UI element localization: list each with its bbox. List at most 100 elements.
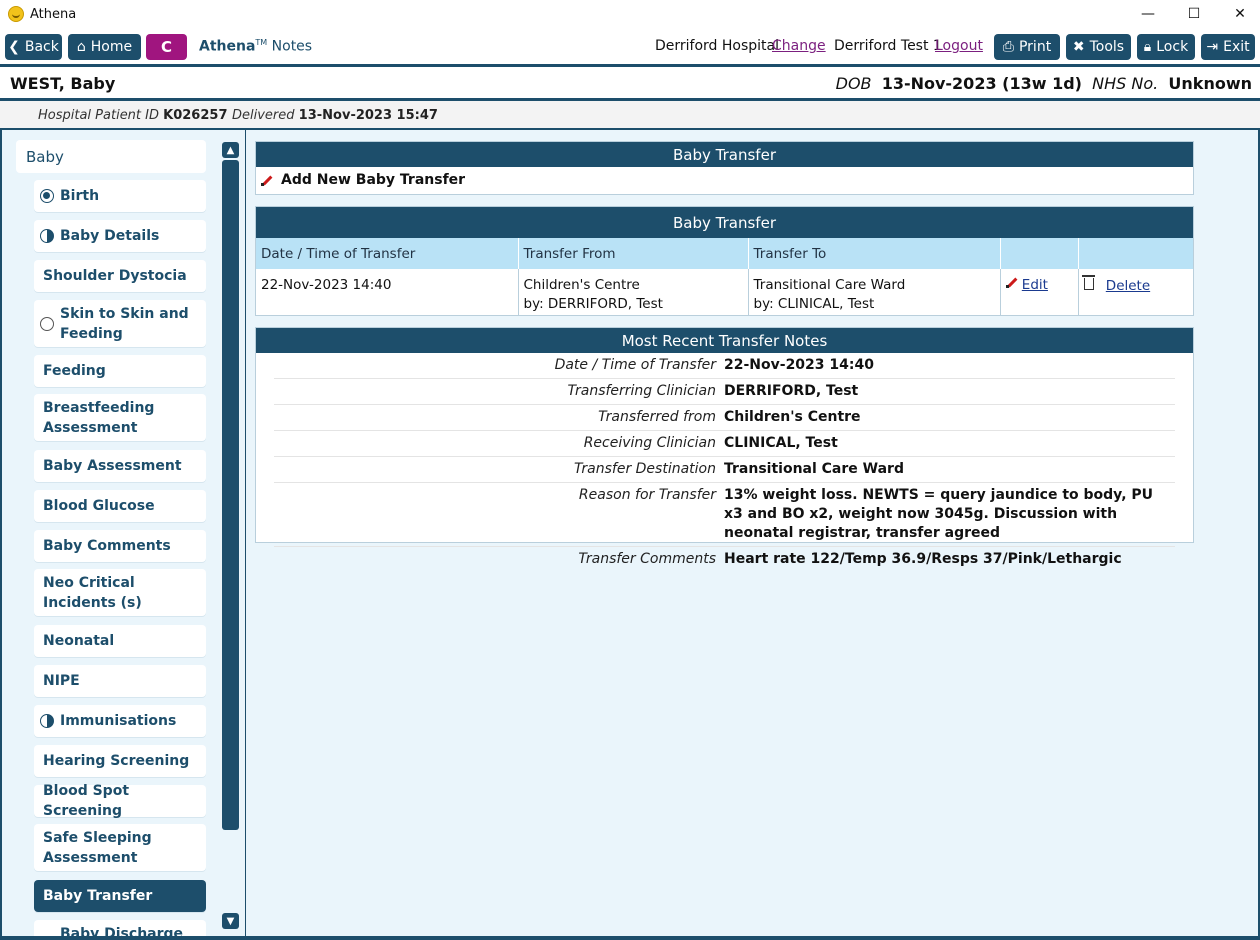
delivered-label: Delivered: [232, 108, 295, 123]
chevron-left-icon: ❮: [8, 39, 20, 55]
from-location: Children's Centre: [523, 277, 640, 293]
print-button[interactable]: ⎙ Print: [994, 34, 1060, 60]
sidebar-item-label: Baby Discharge: [60, 926, 184, 936]
sidebar-item-label: Feeding: [43, 363, 106, 379]
sidebar-item-baby-discharge[interactable]: Baby Discharge: [34, 920, 206, 936]
notes-row: Transfer Destination Transitional Care W…: [274, 457, 1175, 483]
scrollbar-thumb[interactable]: [222, 160, 239, 830]
printer-icon: ⎙: [1002, 39, 1014, 55]
sidebar-item-nipe[interactable]: NIPE: [34, 665, 206, 697]
sidebar-item-label: Skin to Skin and Feeding: [60, 305, 189, 342]
transfer-table-panel: Baby Transfer Date / Time of Transfer Tr…: [255, 206, 1194, 316]
notes-row: Date / Time of Transfer 22-Nov-2023 14:4…: [274, 353, 1175, 379]
home-icon: ⌂: [76, 39, 86, 55]
partial-status-icon: [40, 229, 54, 243]
delete-link[interactable]: Delete: [1106, 278, 1150, 294]
sidebar-item-blood-glucose[interactable]: Blood Glucose: [34, 490, 206, 522]
notes-row: Transferred from Children's Centre: [274, 405, 1175, 431]
tools-button[interactable]: ✖ Tools: [1066, 34, 1131, 60]
nhs-value: Unknown: [1168, 74, 1252, 93]
sidebar-item-label: Baby Assessment: [43, 458, 182, 474]
exit-label: Exit: [1223, 39, 1250, 55]
add-transfer-panel: Baby Transfer Add New Baby Transfer: [255, 141, 1194, 195]
sidebar-item-immunisations[interactable]: Immunisations: [34, 705, 206, 737]
header-edit: [1000, 238, 1079, 269]
app-section: Notes: [271, 38, 313, 55]
notes-value: DERRIFORD, Test: [724, 383, 859, 399]
hospital-id-label: Hospital Patient ID: [38, 108, 159, 123]
sidebar-item-skin-to-skin[interactable]: Skin to Skin and Feeding: [34, 300, 206, 347]
header-delete: [1078, 238, 1193, 269]
back-button[interactable]: ❮ Back: [5, 34, 62, 60]
minimize-button[interactable]: —: [1125, 0, 1171, 28]
sidebar-item-birth[interactable]: Birth: [34, 180, 206, 212]
header-datetime: Date / Time of Transfer: [256, 238, 519, 269]
notes-row: Reason for Transfer 13% weight loss. NEW…: [274, 483, 1175, 547]
sidebar-item-shoulder-dystocia[interactable]: Shoulder Dystocia: [34, 260, 206, 292]
header-to: Transfer To: [748, 238, 1001, 269]
change-hospital-link[interactable]: Change: [772, 38, 826, 54]
sidebar-item-label: Baby Transfer: [43, 888, 153, 904]
maximize-button[interactable]: ☐: [1171, 0, 1217, 28]
lock-button[interactable]: 🔒︎ Lock: [1137, 34, 1195, 60]
sidebar-item-neonatal[interactable]: Neonatal: [34, 625, 206, 657]
back-label: Back: [24, 39, 59, 55]
sidebar-divider: [245, 130, 246, 936]
home-label: Home: [90, 39, 133, 55]
sidebar-item-neo-critical-incidents[interactable]: Neo Critical Incidents (s): [34, 569, 206, 616]
notes-list: Date / Time of Transfer 22-Nov-2023 14:4…: [256, 353, 1193, 572]
sidebar-item-label: Breastfeeding Assessment: [43, 399, 155, 436]
notes-value: Children's Centre: [724, 409, 861, 425]
user-name: Derriford Test 1: [834, 38, 942, 54]
sidebar-item-baby-transfer[interactable]: Baby Transfer: [34, 880, 206, 912]
scroll-up-icon[interactable]: ▲: [222, 142, 239, 158]
dob-value: 13-Nov-2023 (13w 1d): [881, 74, 1082, 93]
content-background: Baby Birth Baby Details Shoulder Dystoci…: [2, 130, 1258, 936]
sidebar-item-label: Blood Glucose: [43, 498, 155, 514]
sidebar-group-baby[interactable]: Baby: [16, 140, 206, 173]
empty-status-icon: [40, 316, 54, 331]
trash-icon: [1081, 275, 1095, 290]
athena-logo-icon: [8, 6, 24, 22]
close-window-button[interactable]: ✕: [1217, 0, 1260, 28]
c-button[interactable]: C: [146, 34, 187, 60]
notes-label: Receiving Clinician: [583, 435, 716, 451]
logout-link[interactable]: Logout: [935, 38, 983, 54]
notes-label: Transferred from: [598, 409, 716, 425]
notes-value: 13% weight loss. NEWTS = query jaundice …: [724, 487, 1154, 541]
sidebar-item-label: Neonatal: [43, 633, 115, 649]
notes-label: Reason for Transfer: [578, 487, 716, 503]
cell-to: Transitional Care Ward by: CLINICAL, Tes…: [748, 269, 1001, 316]
sidebar-item-blood-spot-screening[interactable]: Blood Spot Screening: [34, 783, 206, 819]
sidebar-item-baby-details[interactable]: Baby Details: [34, 220, 206, 252]
exit-button[interactable]: ⇥ Exit: [1201, 34, 1255, 60]
delivered-value: 13-Nov-2023 15:47: [298, 108, 438, 123]
sidebar-item-label: Safe Sleeping Assessment: [43, 829, 152, 866]
sidebar-item-safe-sleeping-assessment[interactable]: Safe Sleeping Assessment: [34, 824, 206, 871]
add-transfer-link[interactable]: Add New Baby Transfer: [256, 167, 1193, 188]
main-area: Baby Birth Baby Details Shoulder Dystoci…: [0, 128, 1260, 940]
sidebar-item-label: Birth: [60, 188, 100, 204]
table-row: 22-Nov-2023 14:40 Children's Centre by: …: [256, 269, 1193, 316]
pencil-icon: [1005, 276, 1018, 288]
delivered-info: Delivered 13-Nov-2023 15:47: [232, 108, 438, 123]
sidebar-item-label: Shoulder Dystocia: [43, 268, 187, 284]
notes-value: CLINICAL, Test: [724, 435, 838, 451]
home-button[interactable]: ⌂ Home: [68, 34, 141, 60]
sidebar-item-baby-comments[interactable]: Baby Comments: [34, 530, 206, 562]
sidebar-item-label: Hearing Screening: [43, 753, 190, 769]
edit-link[interactable]: Edit: [1022, 277, 1048, 293]
to-location: Transitional Care Ward: [753, 277, 906, 293]
transfer-table-title: Baby Transfer: [256, 207, 1193, 238]
hospital-id: Hospital Patient ID K026257: [38, 108, 228, 123]
notes-title: Most Recent Transfer Notes: [256, 328, 1193, 353]
sidebar-item-hearing-screening[interactable]: Hearing Screening: [34, 745, 206, 777]
sidebar-item-feeding[interactable]: Feeding: [34, 355, 206, 387]
notes-value: Transitional Care Ward: [724, 461, 904, 477]
partial-status-icon: [40, 714, 54, 728]
complete-status-icon: [40, 189, 54, 203]
sidebar-item-baby-assessment[interactable]: Baby Assessment: [34, 450, 206, 482]
cell-delete: Delete: [1078, 269, 1193, 316]
scroll-down-icon[interactable]: ▼: [222, 913, 239, 929]
sidebar-item-breastfeeding-assessment[interactable]: Breastfeeding Assessment: [34, 394, 206, 441]
